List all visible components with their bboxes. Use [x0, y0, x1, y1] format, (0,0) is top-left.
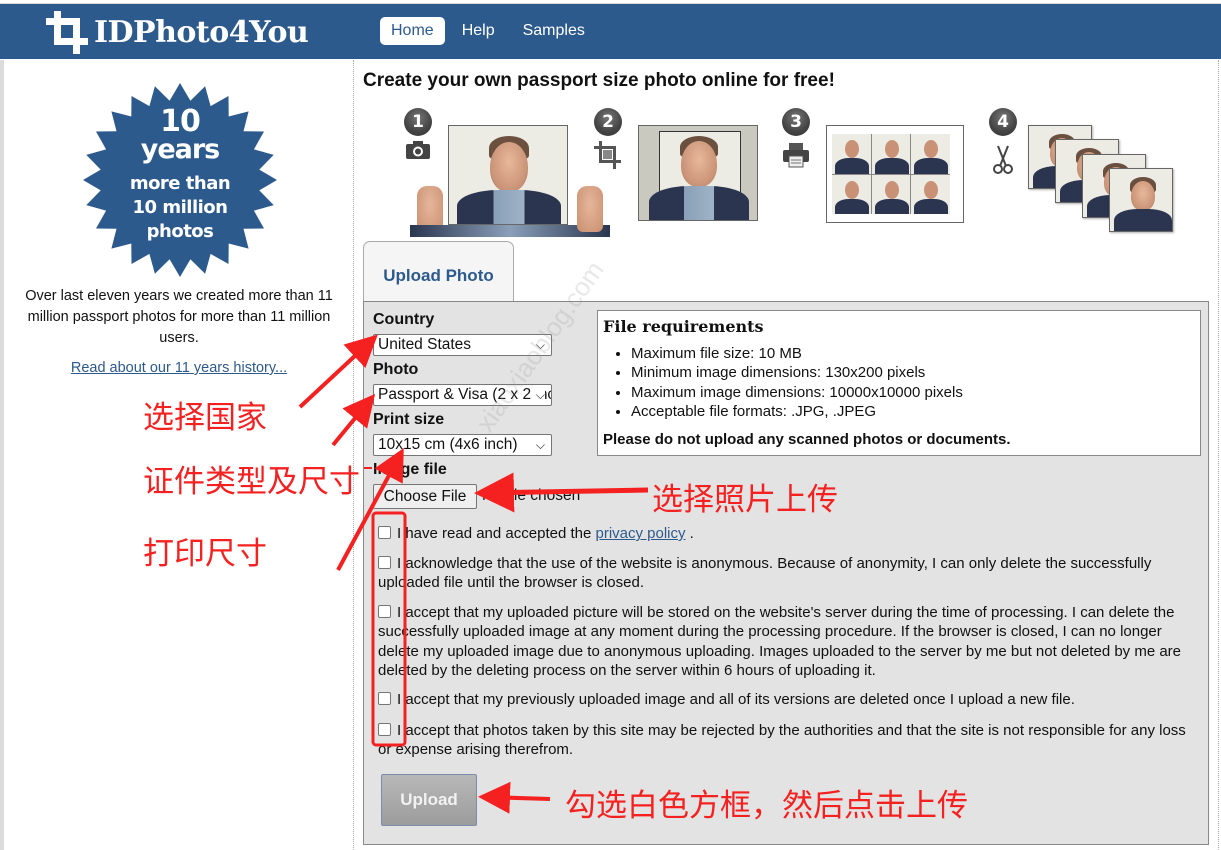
- step-1-badge: 1: [404, 108, 432, 136]
- anniversary-badge: 10 years more than 10 million photos: [82, 82, 278, 278]
- file-requirements-box: File requirements Maximum file size: 10 …: [597, 310, 1201, 456]
- sidebar: 10 years more than 10 million photos Ove…: [4, 60, 354, 850]
- nav-samples[interactable]: Samples: [512, 17, 596, 45]
- photo-type-select[interactable]: Passport & Visa (2 x 2 inch) ⌵: [373, 384, 552, 406]
- agreement-checkbox[interactable]: [378, 526, 391, 539]
- nav-home[interactable]: Home: [380, 17, 445, 45]
- page-title: Create your own passport size photo onli…: [363, 70, 835, 91]
- agreement-delete-previous: I accept that my previously uploaded ima…: [378, 690, 1198, 709]
- thumb-right: [577, 186, 603, 232]
- agreement-anonymous: I acknowledge that the use of the websit…: [378, 555, 1152, 592]
- main-nav: Home Help Samples: [380, 17, 602, 45]
- annotation-check-and-upload: 勾选白色方框，然后点击上传: [565, 788, 968, 824]
- agreement-checkbox[interactable]: [378, 692, 391, 705]
- choose-file-button[interactable]: Choose File: [373, 484, 477, 509]
- upload-button[interactable]: Upload: [381, 774, 477, 826]
- mini-photo: [871, 174, 911, 214]
- requirement-item: Maximum file size: 10 MB: [631, 344, 963, 363]
- country-select[interactable]: United States ⌵: [373, 334, 552, 356]
- crop-icon: [593, 140, 623, 176]
- agreement-checkbox[interactable]: [378, 605, 391, 618]
- requirements-title: File requirements: [603, 317, 764, 336]
- step-2-photo: [638, 125, 758, 221]
- badge-line-2: years: [140, 134, 221, 165]
- scissors-icon: [993, 144, 1013, 180]
- site-logo[interactable]: IDPhoto4You: [44, 9, 309, 55]
- requirement-item: Minimum image dimensions: 130x200 pixels: [631, 363, 963, 382]
- annotation-doc-type-size: 证件类型及尺寸: [143, 464, 360, 500]
- tab-upload-photo[interactable]: Upload Photo: [363, 241, 514, 302]
- stacked-photo: [1109, 168, 1173, 232]
- photo-label: Photo: [373, 361, 419, 378]
- annotation-print-size: 打印尺寸: [143, 536, 267, 572]
- country-label: Country: [373, 311, 435, 328]
- chevron-down-icon: ⌵: [535, 438, 545, 452]
- step-1-photo: [448, 125, 568, 225]
- logo-text: IDPhoto4You: [94, 14, 309, 50]
- requirements-list: Maximum file size: 10 MB Minimum image d…: [631, 344, 963, 421]
- agreement-rejection: I accept that photos taken by this site …: [378, 722, 1186, 759]
- mini-photo: [911, 134, 950, 174]
- mini-photo: [832, 134, 871, 174]
- image-file-label: Image file: [373, 461, 447, 478]
- tab-upload-photo-label: Upload Photo: [383, 266, 494, 285]
- crop-logo-icon: [44, 9, 92, 55]
- mini-photo: [911, 174, 950, 214]
- annotation-select-country: 选择国家: [143, 400, 267, 436]
- step-3-print-sheet: [826, 125, 964, 223]
- step-4-badge: 4: [989, 108, 1017, 136]
- mini-photo: [832, 174, 871, 214]
- camera-icon: [405, 140, 431, 166]
- print-size-label: Print size: [373, 411, 445, 428]
- file-status: No file chosen: [482, 487, 581, 504]
- agreement-storage: I accept that my uploaded picture will b…: [378, 604, 1182, 679]
- requirement-item: Maximum image dimensions: 10000x10000 pi…: [631, 383, 963, 402]
- step-2-badge: 2: [594, 108, 622, 136]
- requirements-warning: Please do not upload any scanned photos …: [603, 431, 1011, 448]
- badge-line-4: 10 million: [132, 197, 228, 218]
- agreement-privacy: I have read and accepted the privacy pol…: [378, 524, 1198, 543]
- requirement-item: Acceptable file formats: .JPG, .JPEG: [631, 402, 963, 421]
- history-link[interactable]: Read about our 11 years history...: [4, 360, 354, 376]
- agreement-checkbox[interactable]: [378, 556, 391, 569]
- mini-photo: [871, 134, 911, 174]
- step-3-badge: 3: [782, 108, 810, 136]
- printer-icon: [782, 142, 810, 174]
- sidebar-description: Over last eleven years we created more t…: [25, 288, 333, 346]
- steps-illustration: 1 2 3 4: [355, 100, 1215, 240]
- annotation-choose-photo: 选择照片上传: [652, 482, 838, 518]
- chevron-down-icon: ⌵: [532, 385, 545, 405]
- agreement-checkbox[interactable]: [378, 723, 391, 736]
- print-size-select[interactable]: 10x15 cm (4x6 inch) ⌵: [373, 434, 552, 456]
- nav-help[interactable]: Help: [451, 17, 506, 45]
- badge-line-5: photos: [146, 221, 214, 242]
- chevron-down-icon: ⌵: [535, 338, 545, 352]
- privacy-policy-link[interactable]: privacy policy: [595, 525, 685, 542]
- badge-line-3: more than: [129, 173, 231, 194]
- top-navbar: IDPhoto4You Home Help Samples: [0, 3, 1221, 59]
- upload-form-panel: Country United States ⌵ Photo Passport &…: [363, 301, 1209, 845]
